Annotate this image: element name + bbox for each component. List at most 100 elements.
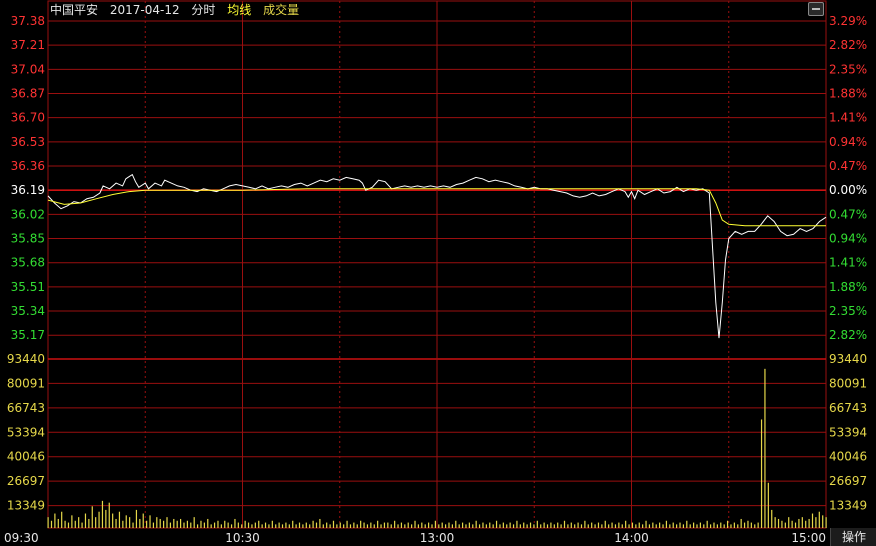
volume-bar	[709, 524, 712, 528]
volume-bar	[360, 520, 362, 528]
volume-bar	[207, 518, 209, 528]
volume-bar	[349, 524, 352, 528]
volume-bar	[604, 520, 606, 528]
volume-bar	[309, 524, 311, 528]
volume-bar	[118, 511, 121, 528]
volume-bar	[682, 524, 685, 528]
volume-bar	[275, 524, 277, 528]
minimize-icon[interactable]	[808, 2, 824, 16]
percent-tick-label: 1.88%	[829, 87, 867, 101]
volume-bar	[621, 524, 623, 528]
volume-bar	[625, 520, 627, 528]
volume-bar	[302, 524, 304, 528]
percent-tick-label: 0.47%	[829, 159, 867, 173]
volume-bar	[570, 522, 572, 528]
price-tick-label: 35.85	[11, 232, 45, 246]
volume-bar	[312, 520, 314, 528]
percent-tick-label: 0.00%	[829, 183, 867, 197]
percent-tick-label: 1.41%	[829, 111, 867, 125]
percent-tick-label: 0.47%	[829, 207, 867, 221]
volume-tick-label: 53394	[7, 425, 45, 439]
volume-bar	[478, 524, 481, 528]
volume-bar	[190, 522, 192, 528]
volume-bar	[193, 517, 195, 528]
volume-bar	[173, 518, 175, 528]
volume-bar	[614, 524, 617, 528]
volume-bar	[380, 524, 382, 528]
intraday-chart: 37.38 3.29% 37.21 2.82% 37.04 2.35% 36.87 1.88%…	[4, 0, 867, 545]
volume-bar	[224, 520, 226, 528]
volume-bar	[550, 522, 552, 528]
volume-bar	[801, 517, 803, 528]
volume-bar	[723, 524, 725, 528]
percent-tick-label: 0.94%	[829, 135, 867, 149]
volume-bar	[611, 522, 613, 528]
volume-bar	[404, 524, 406, 528]
volume-bar	[183, 522, 185, 528]
volume-bar	[67, 522, 70, 528]
price-tick-label: 36.02	[11, 207, 45, 221]
volume-bar	[526, 524, 528, 528]
volume-tick-label: 26697	[7, 474, 45, 488]
volume-bar	[563, 520, 566, 528]
volume-bar	[665, 520, 668, 528]
price-tick-label: 36.87	[11, 87, 45, 101]
volume-bar	[584, 520, 586, 528]
volume-bar	[808, 518, 810, 528]
volume-bar	[135, 509, 138, 528]
volume-bar	[519, 524, 521, 528]
volume-tick-label: 13349	[829, 499, 867, 513]
volume-bar	[428, 522, 430, 528]
percent-tick-label: 0.94%	[829, 232, 867, 246]
volume-bar	[251, 524, 253, 528]
volume-bar	[740, 518, 742, 528]
grid-layer	[47, 0, 827, 529]
price-tick-label: 36.53	[11, 135, 45, 149]
volume-bar	[370, 522, 372, 528]
volume-bar	[105, 509, 107, 528]
volume-bar	[784, 522, 786, 528]
volume-bar	[560, 524, 562, 528]
volume-bar	[394, 520, 396, 528]
volume-tick-label: 93440	[829, 352, 867, 366]
volume-tick-label: 26697	[829, 474, 867, 488]
volume-tick-label: 13349	[7, 499, 45, 513]
volume-bar	[557, 522, 559, 528]
time-label: 14:00	[614, 531, 649, 545]
percent-tick-label: 2.82%	[829, 38, 867, 52]
volume-bar	[757, 522, 759, 528]
volume-bar	[523, 522, 525, 528]
volume-bar	[533, 524, 535, 528]
volume-bar	[642, 524, 644, 528]
volume-bar	[122, 520, 124, 528]
volume-bar	[431, 524, 433, 528]
volume-bar	[237, 522, 239, 528]
volume-bar	[387, 522, 389, 528]
volume-bar	[465, 524, 467, 528]
volume-bar	[434, 520, 437, 528]
volume-bar	[146, 520, 148, 528]
volume-bar	[271, 520, 273, 528]
volume-bar	[332, 520, 335, 528]
volume-bar	[645, 520, 647, 528]
volume-bar	[574, 524, 576, 528]
volume-bar	[754, 524, 756, 528]
volume-bar	[108, 502, 110, 528]
volume-bar	[373, 524, 375, 528]
volume-bar	[383, 522, 386, 528]
volume-tick-label: 66743	[829, 401, 867, 415]
volume-bar	[356, 524, 358, 528]
volume-bar	[414, 520, 416, 528]
volume-bar	[305, 522, 307, 528]
operate-button[interactable]: 操作	[830, 528, 876, 546]
volume-bar	[475, 520, 477, 528]
chart-date: 2017-04-12	[109, 3, 180, 17]
volume-bar	[726, 520, 729, 528]
volume-bar	[635, 524, 637, 528]
volume-bar	[156, 517, 158, 528]
volume-bar	[767, 482, 769, 528]
volume-bar	[822, 515, 824, 528]
volume-bar	[363, 522, 365, 528]
volume-bar	[78, 517, 80, 528]
volume-bar	[179, 518, 182, 528]
